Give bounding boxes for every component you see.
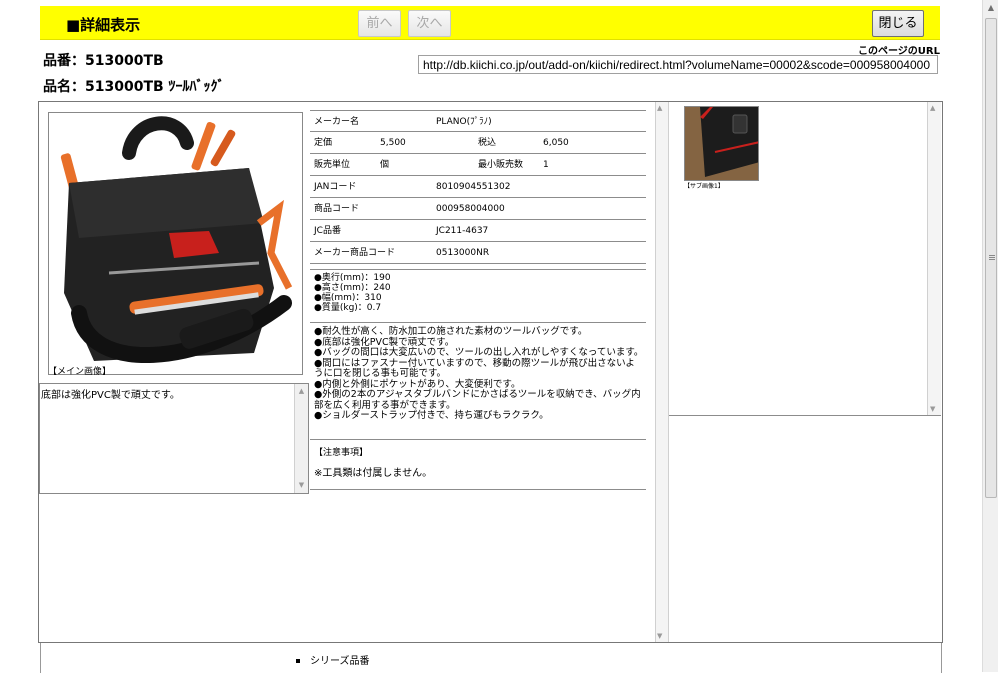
series-item: シリーズ品番 [296, 652, 370, 667]
detail-panel: 【メイン画像】 底部は強化PVC製で頑丈です。 ▲ ▼ メーカー名 PLANO(… [38, 101, 943, 643]
feature-item: ●間口にはファスナー付いていますので、移動の際ツールが飛び出さないように口を閉じ… [314, 357, 635, 379]
divider [310, 269, 646, 270]
tool-bag-photo [49, 113, 302, 374]
divider [310, 322, 646, 323]
prev-button[interactable]: 前へ [358, 10, 401, 37]
dimension-list: ●奥行(mm)：190 ●高さ(mm)：240 ●幅(mm)：310 ●質量(k… [314, 273, 391, 313]
tool-bag-closeup-photo [685, 107, 758, 180]
spec-value: 1 [543, 160, 549, 170]
header-bar: ■詳細表示 前へ 次へ 閉じる [40, 6, 940, 40]
feature-item: ●ショルダーストラップ付きで、持ち運びもラクラク。 [314, 410, 549, 421]
divider [310, 489, 646, 490]
sub-panel-scrollbar[interactable]: ▲ ▼ [655, 102, 669, 642]
spec-key: 商品コード [314, 204, 360, 214]
spec-key: JC品番 [314, 226, 341, 236]
main-image-caption: 【メイン画像】 [48, 367, 112, 377]
series-panel [40, 643, 942, 673]
description-textarea[interactable]: 底部は強化PVC製で頑丈です。 ▲ ▼ [39, 383, 309, 494]
page-title: ■詳細表示 [66, 16, 141, 34]
scrollbar-thumb[interactable] [985, 18, 997, 498]
description-text: 底部は強化PVC製で頑丈です。 [41, 390, 180, 401]
spec-key: 販売単位 [314, 160, 351, 170]
spec-value: PLANO(ﾌﾟﾗﾉ) [436, 117, 492, 127]
spec-key: メーカー商品コード [314, 248, 396, 258]
dimension-item: ●質量(kg)：0.7 [314, 303, 382, 313]
spec-row-maker: メーカー名 PLANO(ﾌﾟﾗﾉ) [310, 110, 646, 132]
grip-icon [989, 255, 995, 256]
notes-title: 【注意事項】 [314, 448, 369, 458]
spec-key: JANコード [314, 182, 357, 192]
spec-table: メーカー名 PLANO(ﾌﾟﾗﾉ) 定価 5,500 税込 6,050 販売単位… [310, 110, 646, 264]
description-scrollbar[interactable]: ▲ ▼ [294, 384, 308, 493]
spec-key: 最小販売数 [478, 160, 524, 170]
spec-value: JC211-4637 [436, 226, 489, 236]
feature-list: ●耐久性が高く、防水加工の施された素材のツールバッグです。 ●底部は強化PVC製… [314, 326, 644, 422]
sub-image-scrollbar[interactable]: ▲ ▼ [927, 102, 941, 415]
spec-value: 8010904551302 [436, 182, 511, 192]
spec-value: 0513000NR [436, 248, 490, 258]
sub-image-caption: 【サブ画像1】 [684, 183, 724, 190]
sub-image-thumbnail[interactable] [684, 106, 759, 181]
feature-item: ●耐久性が高く、防水加工の施された素材のツールバッグです。 [314, 326, 588, 337]
scroll-down-icon[interactable]: ▼ [295, 479, 308, 492]
scroll-up-icon[interactable]: ▲ [657, 104, 662, 112]
page-scrollbar[interactable]: ▲ [982, 0, 998, 672]
product-name: 品名：513000TB ﾂｰﾙﾊﾞｯｸﾞ [43, 79, 225, 95]
scroll-up-icon[interactable]: ▲ [983, 0, 998, 16]
product-number: 品番：513000TB [43, 53, 164, 69]
spec-row-code: 商品コード 000958004000 [310, 198, 646, 220]
spec-value: 000958004000 [436, 204, 505, 214]
spec-key: メーカー名 [314, 117, 360, 127]
series-label: シリーズ品番 [310, 656, 370, 667]
spec-value: 6,050 [543, 138, 569, 148]
scroll-down-icon[interactable]: ▼ [930, 405, 935, 413]
dimension-item: ●高さ(mm)：240 [314, 283, 391, 293]
spec-value: 5,500 [380, 138, 406, 148]
spec-key: 定価 [314, 138, 333, 148]
spec-row-unit: 販売単位 個 最小販売数 1 [310, 154, 646, 176]
spec-row-jc: JC品番 JC211-4637 [310, 220, 646, 242]
dimension-item: ●奥行(mm)：190 [314, 273, 391, 283]
divider [669, 415, 941, 416]
scroll-down-icon[interactable]: ▼ [657, 632, 662, 640]
spec-value: 個 [380, 160, 390, 170]
scroll-up-icon[interactable]: ▲ [930, 104, 935, 112]
feature-item: ●外側の2本のアジャスタブルバンドにかさばるツールを収納でき、バッグ内部を広く利… [314, 389, 641, 411]
dimension-item: ●幅(mm)：310 [314, 293, 382, 303]
page-url-field[interactable]: http://db.kiichi.co.jp/out/add-on/kiichi… [418, 55, 938, 74]
main-image [48, 112, 303, 375]
spec-key: 税込 [478, 138, 497, 148]
feature-item: ●バッグの間口は大変広いので、ツールの出し入れがしやすくなっています。 [314, 347, 644, 358]
bullet-icon [296, 659, 300, 663]
close-button[interactable]: 閉じる [872, 10, 924, 37]
next-button[interactable]: 次へ [408, 10, 451, 37]
spec-row-maker-code: メーカー商品コード 0513000NR [310, 242, 646, 264]
spec-row-jan: JANコード 8010904551302 [310, 176, 646, 198]
notes-text: ※工具類は付属しません。 [314, 468, 433, 479]
spec-row-price: 定価 5,500 税込 6,050 [310, 132, 646, 154]
scroll-up-icon[interactable]: ▲ [295, 385, 308, 398]
divider [310, 439, 646, 440]
